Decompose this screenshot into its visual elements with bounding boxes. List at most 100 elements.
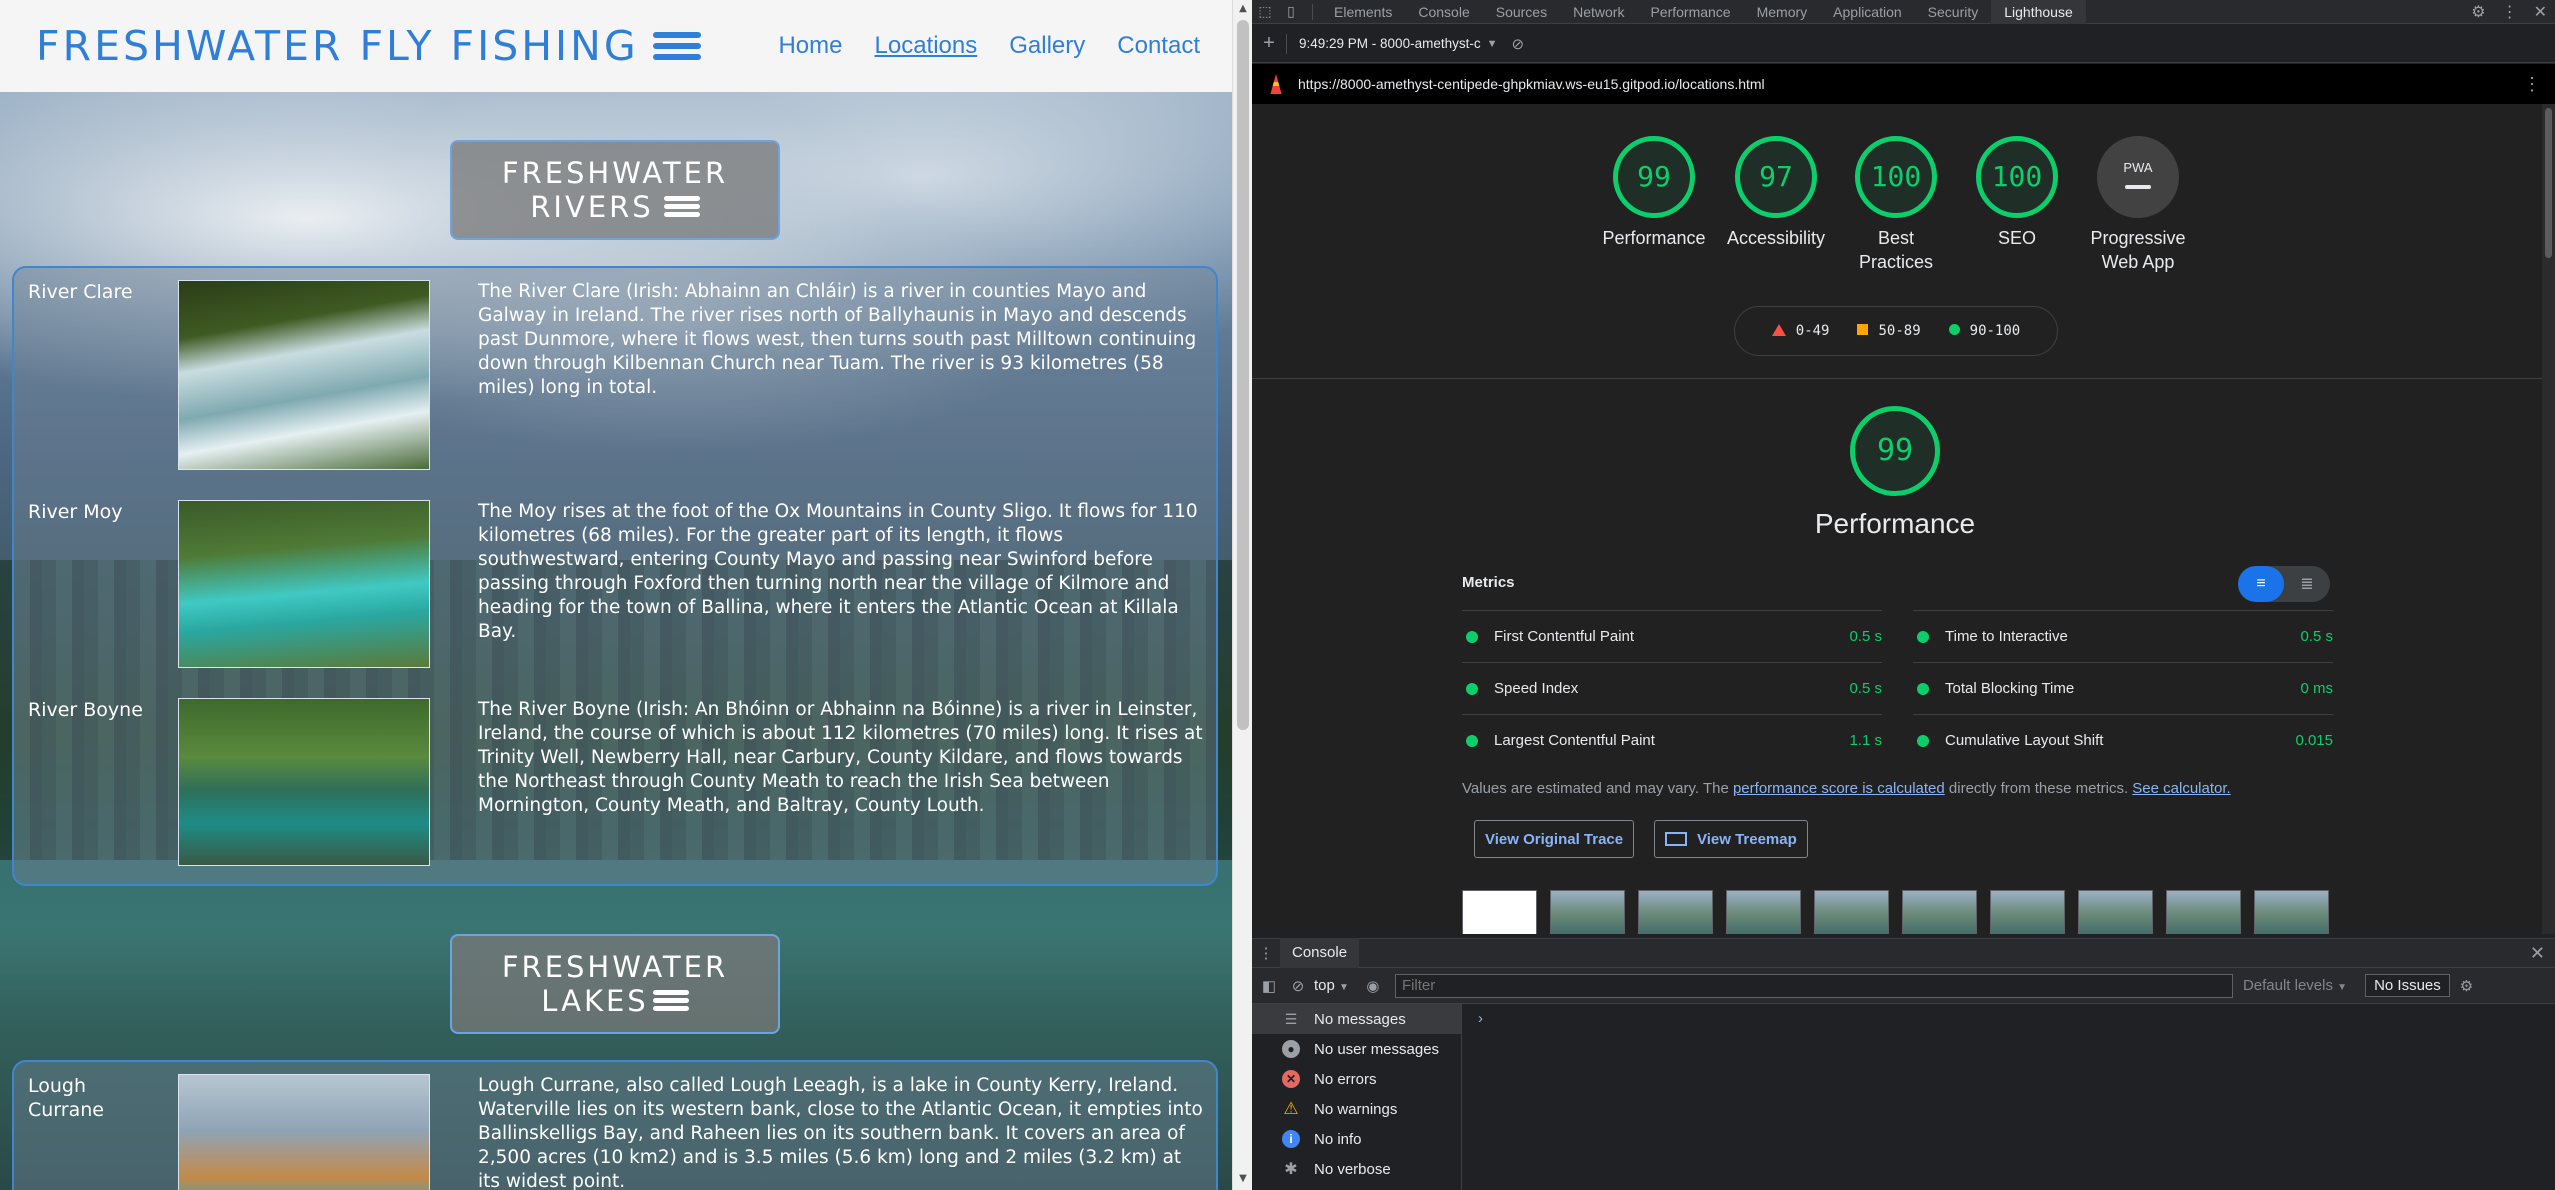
score-label: Best Practices bbox=[1858, 228, 1934, 272]
sidebar-item-label: No user messages bbox=[1314, 1040, 1440, 1058]
river-name: River Moy bbox=[28, 501, 123, 523]
warning-icon: ⚠ bbox=[1283, 1099, 1299, 1118]
sidebar-item-errors[interactable]: ✕ No errors bbox=[1252, 1064, 1461, 1094]
score-gauge-performance[interactable]: 99 Performance bbox=[1594, 136, 1714, 250]
button-label: View Original Trace bbox=[1485, 830, 1624, 848]
square-icon bbox=[1857, 324, 1869, 335]
scrollbar-thumb[interactable] bbox=[2545, 108, 2552, 258]
sidebar-item-messages[interactable]: ☰ No messages bbox=[1252, 1004, 1461, 1034]
see-calculator-link[interactable]: See calculator. bbox=[2132, 780, 2230, 797]
pwa-badge-text: PWA bbox=[2123, 160, 2153, 175]
devtools-panel: ⬚ ▯ Elements Console Sources Network Per… bbox=[1252, 0, 2555, 1190]
close-drawer-icon[interactable]: ✕ bbox=[2530, 943, 2545, 964]
log-levels-dropdown[interactable]: Default levels ▼ bbox=[2243, 977, 2347, 994]
pwa-badge-icon: PWA bbox=[2097, 136, 2179, 218]
circle-icon bbox=[1948, 324, 1960, 335]
live-expression-eye-icon[interactable]: ◉ bbox=[1359, 977, 1387, 995]
page-scrollbar[interactable]: ▲ ▼ bbox=[1232, 0, 1252, 1190]
filmstrip-frame bbox=[1902, 890, 1977, 934]
score-gauge-accessibility[interactable]: 97 Accessibility bbox=[1716, 136, 1836, 250]
levels-label: Default levels bbox=[2242, 977, 2333, 994]
metrics-heading: Metrics bbox=[1462, 574, 1515, 591]
lake-image bbox=[178, 1074, 430, 1190]
lakes-heading: FRESHWATER LAKES bbox=[450, 934, 780, 1034]
scroll-up-icon[interactable]: ▲ bbox=[1237, 2, 1249, 16]
tab-security[interactable]: Security bbox=[1915, 0, 1992, 24]
score-value: 99 bbox=[1613, 136, 1695, 218]
scrollbar-thumb[interactable] bbox=[1237, 20, 1249, 730]
report-menu-icon[interactable]: ⋮ bbox=[2523, 74, 2541, 95]
context-selector[interactable]: top ▼ bbox=[1314, 977, 1349, 994]
sidebar-item-verbose[interactable]: ✱ No verbose bbox=[1252, 1154, 1461, 1184]
tab-memory[interactable]: Memory bbox=[1744, 0, 1821, 24]
lake-name: Lough Currane bbox=[28, 1075, 104, 1121]
river-description: The Moy rises at the foot of the Ox Moun… bbox=[478, 501, 1198, 642]
rivers-heading-line1: FRESHWATER bbox=[501, 156, 729, 190]
score-label: Performance bbox=[1602, 228, 1706, 248]
report-selector[interactable]: 9:49:29 PM - 8000-amethyst-c bbox=[1299, 36, 1481, 51]
tab-sources[interactable]: Sources bbox=[1483, 0, 1560, 24]
nav-locations[interactable]: Locations bbox=[875, 32, 978, 60]
issues-button[interactable]: No Issues bbox=[2365, 974, 2450, 997]
compact-view-icon[interactable]: ≡ bbox=[2238, 566, 2284, 602]
tab-performance[interactable]: Performance bbox=[1637, 0, 1743, 24]
sidebar-item-warnings[interactable]: ⚠ No warnings bbox=[1252, 1094, 1461, 1124]
drawer-tab-console[interactable]: Console bbox=[1280, 938, 1360, 968]
view-treemap-button[interactable]: View Treemap bbox=[1654, 820, 1808, 858]
nav-home[interactable]: Home bbox=[778, 32, 842, 60]
river-image bbox=[178, 280, 430, 470]
metric-row: Total Blocking Time 0 ms bbox=[1913, 662, 2333, 714]
new-report-icon[interactable]: + bbox=[1252, 32, 1286, 55]
filmstrip-frame bbox=[1638, 890, 1713, 934]
score-calculated-link[interactable]: performance score is calculated bbox=[1733, 780, 1945, 797]
sidebar-item-info[interactable]: i No info bbox=[1252, 1124, 1461, 1154]
drawer-menu-icon[interactable]: ⋮ bbox=[1252, 944, 1280, 962]
site-title[interactable]: FRESHWATER FLY FISHING bbox=[36, 22, 701, 70]
divider bbox=[1286, 33, 1287, 54]
view-original-trace-button[interactable]: View Original Trace bbox=[1474, 820, 1635, 858]
tab-application[interactable]: Application bbox=[1820, 0, 1915, 24]
report-url-bar: https://8000-amethyst-centipede-ghpkmiav… bbox=[1252, 64, 2555, 104]
metric-row: Time to Interactive 0.5 s bbox=[1913, 610, 2333, 662]
tab-network[interactable]: Network bbox=[1560, 0, 1637, 24]
legend-fail: 0-49 bbox=[1771, 323, 1829, 339]
score-gauge-seo[interactable]: 100 SEO bbox=[1957, 136, 2077, 250]
inspect-element-icon[interactable]: ⬚ bbox=[1252, 3, 1278, 20]
metric-name: Time to Interactive bbox=[1945, 628, 2068, 645]
sidebar-toggle-icon[interactable]: ◧ bbox=[1252, 977, 1286, 995]
sidebar-item-user-messages[interactable]: ● No user messages bbox=[1252, 1034, 1461, 1064]
metrics-view-toggle[interactable]: ≡ ≣ bbox=[2238, 566, 2330, 602]
device-toolbar-icon[interactable]: ▯ bbox=[1278, 3, 1304, 20]
clear-console-icon[interactable]: ⊘ bbox=[1286, 977, 1310, 995]
pass-dot-icon bbox=[1917, 734, 1929, 747]
river-name: River Boyne bbox=[28, 699, 143, 721]
console-output[interactable]: › bbox=[1478, 1004, 2555, 1190]
close-icon[interactable]: ✕ bbox=[2534, 2, 2547, 22]
score-gauge-best-practices[interactable]: 100 Best Practices bbox=[1836, 136, 1956, 274]
chevron-down-icon: ▼ bbox=[1339, 982, 1349, 993]
website-viewport: FRESHWATER FLY FISHING Home Locations Ga… bbox=[0, 0, 1252, 1190]
clear-all-icon[interactable]: ⊘ bbox=[1511, 35, 1524, 53]
list-item: River Moy The Moy rises at the foot of t… bbox=[14, 500, 1216, 668]
console-filter-input[interactable] bbox=[1394, 973, 2233, 998]
tab-lighthouse[interactable]: Lighthouse bbox=[1991, 0, 2086, 24]
tab-elements[interactable]: Elements bbox=[1321, 0, 1405, 24]
user-icon: ● bbox=[1282, 1040, 1300, 1058]
console-settings-gear-icon[interactable]: ⚙ bbox=[2460, 977, 2473, 995]
nav-contact[interactable]: Contact bbox=[1117, 32, 1200, 60]
nav-gallery[interactable]: Gallery bbox=[1009, 32, 1085, 60]
more-options-icon[interactable]: ⋮ bbox=[2502, 2, 2518, 22]
expanded-view-icon[interactable]: ≣ bbox=[2284, 566, 2330, 602]
report-scrollbar[interactable] bbox=[2542, 104, 2555, 934]
score-gauge-pwa[interactable]: PWA Progressive Web App bbox=[2078, 136, 2198, 274]
pass-dot-icon bbox=[1917, 630, 1929, 643]
filmstrip-frame bbox=[2078, 890, 2153, 934]
lakes-heading-line2: LAKES bbox=[541, 984, 649, 1018]
divider bbox=[1312, 3, 1313, 20]
scroll-down-icon[interactable]: ▼ bbox=[1237, 1172, 1249, 1186]
settings-gear-icon[interactable]: ⚙ bbox=[2471, 2, 2485, 22]
filmstrip-frame bbox=[1462, 890, 1537, 934]
tab-console[interactable]: Console bbox=[1405, 0, 1482, 24]
metric-name: Speed Index bbox=[1494, 680, 1579, 697]
score-value: 97 bbox=[1735, 136, 1817, 218]
